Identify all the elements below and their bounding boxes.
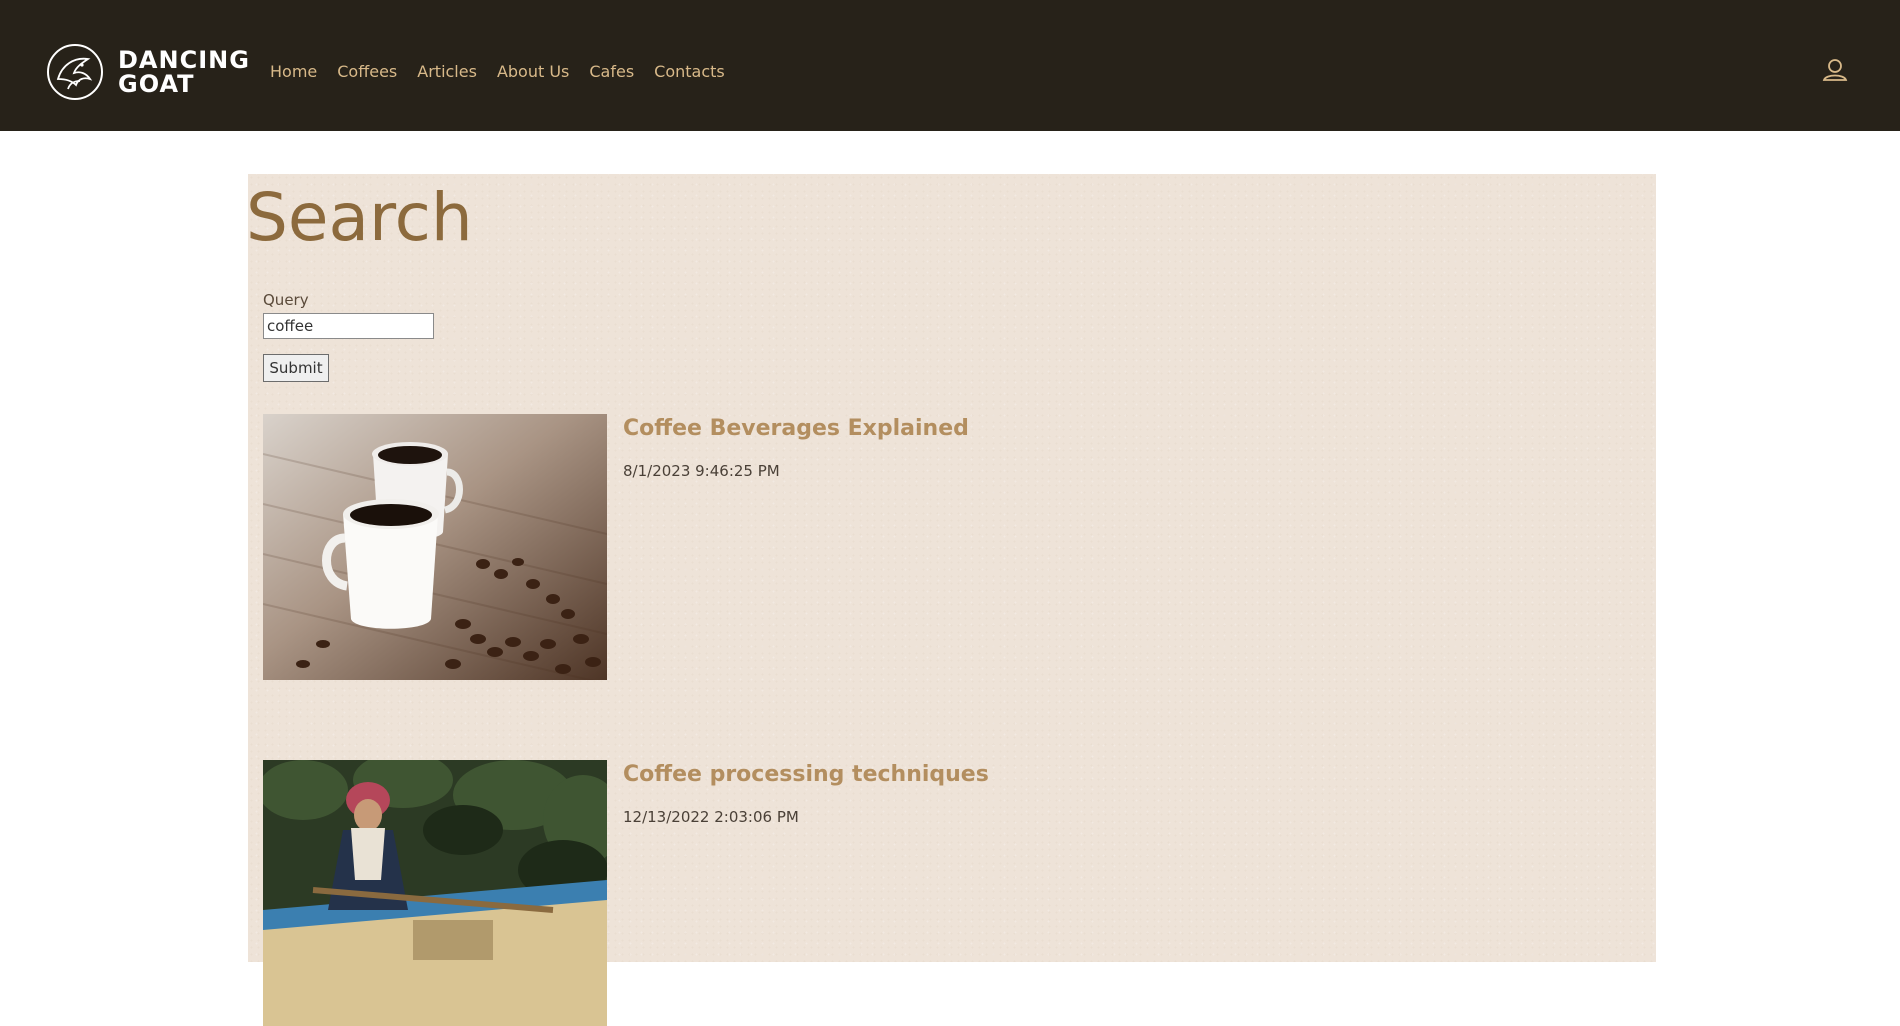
brand-line-1: DANCING (118, 46, 250, 74)
user-account-button[interactable] (1820, 56, 1850, 86)
search-page-content: Search Query Submit (246, 174, 1656, 1026)
brand-name: DANCING GOAT (118, 48, 250, 96)
nav-home[interactable]: Home (270, 62, 317, 82)
user-icon (1822, 59, 1848, 81)
nav-about-us[interactable]: About Us (497, 62, 569, 82)
result-date: 8/1/2023 9:46:25 PM (623, 462, 780, 480)
query-input[interactable] (263, 313, 434, 339)
submit-button[interactable]: Submit (263, 354, 329, 382)
site-header: DANCING GOAT Home Coffees Articles About… (0, 0, 1900, 131)
nav-articles[interactable]: Articles (417, 62, 477, 82)
query-label: Query (263, 291, 309, 309)
goat-logo-icon (47, 44, 103, 100)
result-title[interactable]: Coffee processing techniques (623, 760, 989, 790)
nav-coffees[interactable]: Coffees (337, 62, 397, 82)
coffee-cups-image (263, 414, 607, 680)
coffee-farmer-image (263, 760, 607, 1026)
result-date: 12/13/2022 2:03:06 PM (623, 808, 799, 826)
page-title: Search (246, 179, 473, 256)
brand-line-2: GOAT (118, 70, 195, 98)
result-title[interactable]: Coffee Beverages Explained (623, 414, 969, 444)
result-thumbnail[interactable] (263, 414, 607, 680)
nav-cafes[interactable]: Cafes (589, 62, 634, 82)
nav-contacts[interactable]: Contacts (654, 62, 725, 82)
main-nav: Home Coffees Articles About Us Cafes Con… (270, 62, 745, 82)
brand-logo[interactable]: DANCING GOAT (46, 43, 250, 101)
result-thumbnail[interactable] (263, 760, 607, 1026)
